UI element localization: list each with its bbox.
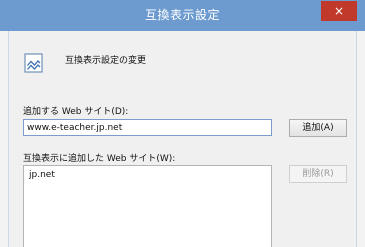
header-text: 互換表示設定の変更	[65, 56, 147, 66]
close-button[interactable]: ×	[321, 1, 357, 21]
add-website-label: 追加する Web サイト(D):	[23, 107, 129, 117]
dialog-title: 互換表示設定	[144, 8, 220, 22]
added-websites-label: 互換表示に追加した Web サイト(W):	[23, 154, 176, 164]
add-button[interactable]: 追加(A)	[289, 119, 347, 137]
website-url-input[interactable]	[23, 119, 272, 136]
title-bar: 互換表示設定 ×	[0, 0, 365, 31]
added-websites-list[interactable]: jp.net	[23, 165, 272, 247]
remove-button[interactable]: 削除(R)	[289, 165, 347, 183]
dialog-body: 互換表示設定の変更 追加する Web サイト(D): 追加(A) 互換表示に追加…	[8, 31, 357, 247]
compatibility-view-icon	[22, 51, 46, 75]
list-item[interactable]: jp.net	[29, 170, 55, 180]
compatibility-view-settings-dialog: 互換表示設定 × 互換表示設定の変更 追加する Web サイト(D): 追加(A…	[0, 0, 365, 247]
